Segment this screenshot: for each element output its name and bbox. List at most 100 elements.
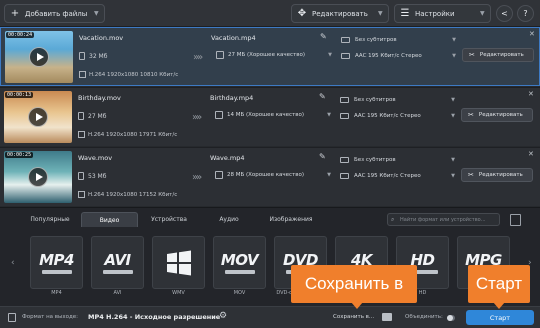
file-row[interactable]: 00:00:24 Vacation.mov 32 Мб H.264 1920x1… [0, 27, 540, 86]
format-logo: AVI [104, 251, 131, 269]
format-wmv[interactable]: WMV [152, 236, 205, 297]
arrow-right-icon: »» [192, 172, 202, 183]
merge-label: Объединить: [405, 314, 443, 320]
format-card[interactable] [152, 236, 205, 289]
play-icon[interactable] [28, 167, 48, 187]
output-name: Wave.mp4 [210, 154, 245, 162]
file-row[interactable]: 00:00:25 Wave.mov 53 Мб H.264 1920x1080 … [0, 147, 540, 206]
edit-menu-button[interactable]: ✥ Редактировать ▼ [291, 4, 389, 23]
audio-label: AAC 195 Кбит/с Стерео [354, 113, 421, 119]
save-to-callout-text: Сохранить в [304, 274, 404, 293]
codec-info: H.264 1920x1080 10810 Кбит/с [89, 72, 179, 78]
format-card[interactable]: AVI [91, 236, 144, 289]
settings-button[interactable]: ☰ Настройки ▼ [394, 4, 491, 23]
file-icon [78, 172, 84, 180]
output-format-label: Формат на выходе: [22, 314, 79, 320]
subtitles-label: Без субтитров [355, 37, 397, 43]
custom-preset-button[interactable] [510, 214, 521, 226]
tab-images[interactable]: Изображения [260, 212, 322, 227]
file-icon [8, 313, 16, 322]
format-mov[interactable]: MOV MOV [213, 236, 266, 297]
tab-popular[interactable]: Популярные [22, 212, 78, 227]
chevron-down-icon: ▼ [327, 172, 331, 178]
format-mp4[interactable]: MP4 MP4 [30, 236, 83, 297]
add-files-button[interactable]: + Добавить файлы ▼ [4, 4, 105, 23]
output-quality-label: 27 МБ (Хорошее качество) [228, 52, 306, 58]
format-logo-bar [41, 270, 72, 274]
format-label: MOV [233, 290, 246, 296]
audio-select[interactable]: AAC 195 Кбит/с Стерео ▼ [340, 170, 455, 182]
add-files-label: Добавить файлы [25, 9, 88, 18]
format-label: MP4 [51, 290, 62, 296]
video-thumbnail[interactable]: 00:00:24 [5, 31, 73, 83]
subtitles-icon [340, 97, 349, 103]
output-name: Vacation.mp4 [211, 34, 256, 42]
format-logo: MOV [220, 251, 259, 269]
chevron-down-icon: ▼ [327, 112, 331, 118]
subtitles-select[interactable]: Без субтитров ▼ [340, 94, 455, 106]
edit-button[interactable]: ✂ Редактировать [462, 48, 534, 62]
format-card[interactable]: MOV [213, 236, 266, 289]
chevron-down-icon: ▼ [451, 157, 455, 163]
play-icon[interactable] [29, 47, 49, 67]
output-quality-select[interactable]: 27 МБ (Хорошее качество) ▼ [216, 49, 332, 61]
play-icon[interactable] [28, 107, 48, 127]
tools-icon: ✥ [297, 8, 307, 19]
chevron-down-icon: ▼ [328, 52, 332, 58]
start-button[interactable]: Старт [466, 310, 534, 325]
file-name: Birthday.mov [78, 94, 121, 102]
output-quality-select[interactable]: 14 МБ (Хорошее качество) ▼ [215, 109, 331, 121]
format-avi[interactable]: AVI AVI [91, 236, 144, 297]
close-icon[interactable]: ✕ [529, 30, 535, 38]
format-card[interactable]: MP4 [30, 236, 83, 289]
edit-button[interactable]: ✂ Редактировать [461, 108, 533, 122]
codec-icon [79, 71, 86, 78]
output-quality-select[interactable]: 28 МБ (Хорошее качество) ▼ [215, 169, 331, 181]
video-thumbnail[interactable]: 00:00:25 [4, 151, 72, 203]
edit-label: Редактировать [478, 112, 523, 118]
search-icon: ⌕ [391, 216, 395, 223]
file-icon [78, 112, 84, 120]
help-icon: ? [523, 9, 528, 18]
merge-toggle[interactable] [447, 315, 455, 321]
edit-label: Редактировать [479, 52, 524, 58]
help-button[interactable]: ? [517, 5, 534, 22]
share-button[interactable]: < [496, 5, 513, 22]
subtitles-select[interactable]: Без субтитров ▼ [340, 154, 455, 166]
file-size: 53 Мб [88, 173, 107, 180]
chevron-left-icon[interactable]: ‹ [11, 258, 15, 268]
tab-audio[interactable]: Аудио [200, 212, 258, 227]
audio-icon [340, 113, 349, 119]
audio-select[interactable]: AAC 195 Кбит/с Стерео ▼ [341, 50, 456, 62]
callout-pointer [351, 302, 363, 309]
subtitles-select[interactable]: Без субтитров ▼ [341, 34, 456, 46]
save-to-select[interactable]: Сохранить в... [333, 314, 374, 320]
edit-menu-label: Редактировать [312, 9, 368, 18]
pencil-icon[interactable]: ✎ [319, 92, 326, 101]
output-quality-label: 14 МБ (Хорошее качество) [227, 112, 305, 118]
start-callout-text: Старт [475, 274, 523, 293]
edit-button[interactable]: ✂ Редактировать [461, 168, 533, 182]
format-search-input[interactable]: ⌕ Найти формат или устройство... [387, 213, 500, 226]
close-icon[interactable]: ✕ [528, 150, 534, 158]
callout-pointer [493, 302, 505, 309]
audio-select[interactable]: AAC 195 Кбит/с Стерео ▼ [340, 110, 455, 122]
windows-logo-icon [166, 250, 191, 275]
subtitles-label: Без субтитров [354, 157, 396, 163]
pencil-icon[interactable]: ✎ [319, 152, 326, 161]
pencil-icon[interactable]: ✎ [320, 32, 327, 41]
file-row[interactable]: 00:00:13 Birthday.mov 27 Мб H.264 1920x1… [0, 87, 540, 146]
folder-icon[interactable] [382, 313, 392, 321]
share-icon: < [501, 9, 508, 18]
menu-icon: ☰ [400, 8, 410, 19]
close-icon[interactable]: ✕ [528, 90, 534, 98]
gear-icon[interactable]: ⚙ [219, 311, 227, 321]
start-callout: Старт [468, 265, 530, 309]
file-icon [79, 52, 85, 60]
tab-video[interactable]: Видео [81, 212, 138, 227]
tab-devices[interactable]: Устройства [140, 212, 198, 227]
video-thumbnail[interactable]: 00:00:13 [4, 91, 72, 143]
search-placeholder: Найти формат или устройство... [400, 216, 486, 223]
file-size: 32 Мб [89, 53, 108, 60]
format-logo: MP4 [39, 251, 74, 269]
